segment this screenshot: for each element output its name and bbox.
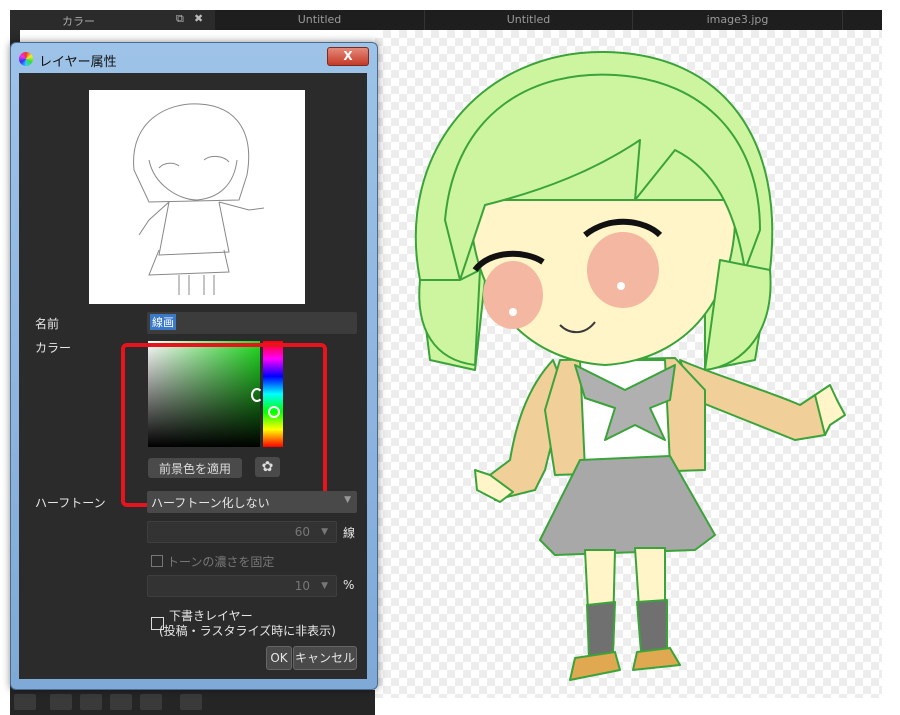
- lines-spinner[interactable]: 60 ▼: [147, 521, 337, 543]
- color-panel-header: カラー ⧉ ✖: [10, 10, 215, 30]
- halftone-value: ハーフトーン化しない: [151, 496, 270, 510]
- highlight-box: [121, 343, 327, 507]
- fix-density-label: トーンの濃さを固定: [167, 555, 275, 569]
- halftone-select[interactable]: ハーフトーン化しない ▼: [147, 491, 357, 513]
- color-panel-title: カラー: [62, 15, 95, 28]
- layer-thumbnail: [89, 90, 305, 304]
- lines-unit: 線: [343, 526, 356, 540]
- toolbar-button[interactable]: [14, 694, 36, 710]
- popout-icon[interactable]: ⧉: [176, 12, 184, 26]
- toolbar-button[interactable]: [50, 694, 72, 710]
- density-unit: %: [343, 578, 355, 592]
- chevron-down-icon: ▼: [344, 495, 351, 505]
- toolbar-button[interactable]: [180, 694, 202, 710]
- dialog-body: 名前 線画 カラー 前景色を適用 ✿ ハーフトーン ハーフトーン化しない ▼ 6…: [19, 73, 367, 679]
- cancel-button[interactable]: キャンセル: [293, 646, 357, 670]
- tab-untitled-1[interactable]: Untitled: [215, 10, 425, 30]
- fix-density-checkbox[interactable]: [151, 555, 163, 567]
- close-icon[interactable]: ✖: [194, 12, 203, 25]
- chevron-down-icon[interactable]: ▼: [321, 581, 328, 591]
- layer-properties-dialog: レイヤー属性 X 名前 線画 カラー 前景色を適用 ✿ ハーフトーン ハーフトー…: [10, 42, 378, 690]
- density-value: 10: [294, 579, 310, 593]
- name-value: 線画: [150, 314, 176, 330]
- app-icon: [19, 52, 33, 66]
- chevron-down-icon[interactable]: ▼: [321, 527, 328, 537]
- halftone-label: ハーフトーン: [35, 496, 106, 510]
- ok-button[interactable]: OK: [266, 646, 292, 670]
- name-label: 名前: [35, 317, 60, 331]
- character-illustration: [414, 50, 846, 681]
- top-bar: カラー ⧉ ✖ Untitled Untitled image3.jpg: [10, 10, 882, 30]
- dialog-title: レイヤー属性: [39, 55, 117, 70]
- color-label: カラー: [35, 341, 72, 355]
- toolbar-button[interactable]: [80, 694, 102, 710]
- draft-layer-note: (投稿・ラスタライズ時に非表示): [159, 624, 336, 638]
- toolbar-button[interactable]: [110, 694, 132, 710]
- toolbar-button[interactable]: [140, 694, 162, 710]
- name-field[interactable]: 線画: [147, 312, 357, 334]
- lines-value: 60: [294, 525, 310, 539]
- close-button[interactable]: X: [327, 47, 369, 66]
- bottom-toolbar: [10, 690, 375, 715]
- line-art-preview: [133, 103, 265, 295]
- drawing-canvas[interactable]: [375, 30, 882, 698]
- tab-untitled-2[interactable]: Untitled: [425, 10, 633, 30]
- density-spinner[interactable]: 10 ▼: [147, 575, 337, 597]
- tab-image3[interactable]: image3.jpg: [633, 10, 843, 30]
